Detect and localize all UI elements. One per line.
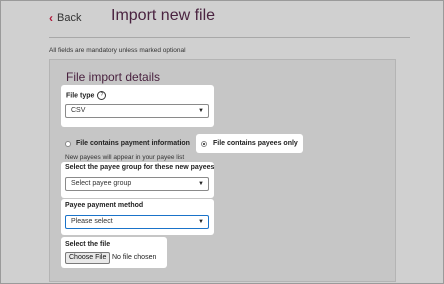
page-title: Import new file (111, 7, 216, 24)
chevron-down-icon: ▼ (198, 181, 204, 187)
radio-payment-info[interactable] (65, 141, 71, 147)
payment-method-label: Payee payment method (65, 202, 144, 209)
file-type-label: File type? (66, 91, 107, 100)
chevron-down-icon: ▼ (198, 108, 204, 114)
payment-method-value: Please select (71, 218, 113, 225)
file-type-value: CSV (71, 107, 86, 114)
payee-group-label: Select the payee group for these new pay… (65, 164, 215, 171)
payee-group-select[interactable]: Select payee group ▼ (65, 177, 209, 191)
radio-payees-only-label[interactable]: File contains payees only (213, 140, 298, 147)
file-select-label: Select the file (65, 241, 111, 248)
file-status: No file chosen (112, 254, 157, 261)
file-type-select[interactable]: CSV ▼ (65, 104, 209, 118)
new-payees-note: New payees will appear in your payee lis… (65, 154, 185, 161)
payment-method-select[interactable]: Please select ▼ (65, 215, 209, 229)
chevron-left-icon: ‹ (49, 11, 53, 25)
mandatory-note: All fields are mandatory unless marked o… (49, 47, 186, 54)
radio-payees-only[interactable] (201, 141, 207, 147)
file-type-label-text: File type (66, 92, 95, 100)
chevron-down-icon: ▼ (198, 219, 204, 225)
back-label: Back (57, 12, 82, 24)
section-title: File import details (66, 70, 161, 84)
header-divider (49, 37, 410, 38)
payee-group-value: Select payee group (71, 180, 132, 187)
help-icon[interactable]: ? (97, 91, 107, 100)
back-link[interactable]: ‹ Back (49, 11, 81, 25)
radio-payment-info-label[interactable]: File contains payment information (76, 140, 190, 147)
choose-file-button[interactable]: Choose File (65, 252, 111, 264)
